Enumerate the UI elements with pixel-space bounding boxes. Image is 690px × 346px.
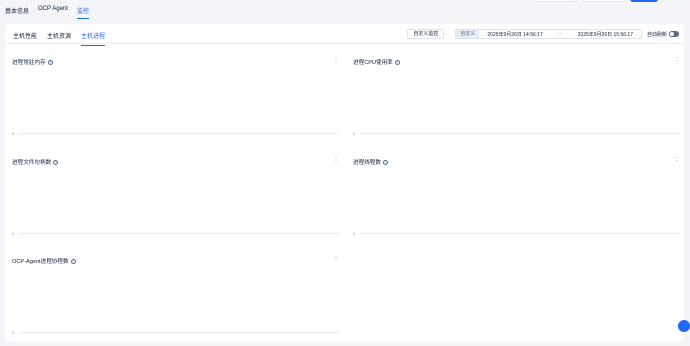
question-circle-icon[interactable]: ? bbox=[47, 59, 53, 65]
end-time[interactable]: 2025年9月26日 15:56:17 bbox=[570, 31, 641, 38]
panel-title: 进程文件句柄数 bbox=[12, 160, 52, 166]
question-circle-icon[interactable]: ? bbox=[53, 159, 59, 165]
drag-handle-icon[interactable]: ⁚⁚ bbox=[335, 257, 338, 262]
tab-monitor[interactable]: 监控 bbox=[76, 6, 89, 19]
top-primary-button[interactable] bbox=[630, 0, 658, 2]
drag-handle-icon[interactable]: ⁚⁚ bbox=[335, 158, 338, 163]
panel-title: OCP-Agent进程协程数 bbox=[12, 259, 69, 265]
tab-basic-info[interactable]: 基本信息 bbox=[5, 6, 29, 19]
drag-handle-icon[interactable]: ⁚⁚ bbox=[676, 158, 679, 163]
auto-refresh-toggle[interactable] bbox=[669, 31, 679, 37]
auto-refresh: 自动刷新 bbox=[647, 31, 679, 38]
question-circle-icon[interactable]: ? bbox=[382, 159, 388, 165]
monitor-card: 主机性能 主机资源 主机进程 自定义监控 自定义 2025年9月26日 14:5… bbox=[5, 24, 690, 342]
floating-action-icon[interactable] bbox=[678, 320, 690, 332]
tab-ocp-agent[interactable]: OCP Agent bbox=[38, 6, 68, 19]
y-axis-zero: 0 bbox=[12, 330, 15, 335]
chart-baseline bbox=[19, 133, 339, 134]
question-circle-icon[interactable]: ? bbox=[70, 258, 76, 264]
y-axis-zero: 0 bbox=[12, 231, 15, 236]
drag-handle-icon[interactable]: ⁚⁚ bbox=[676, 58, 679, 63]
main-tabs: 基本信息 OCP Agent 监控 bbox=[5, 6, 89, 19]
panel-title: 进程CPU使用率 bbox=[353, 60, 393, 66]
y-axis-zero: 0 bbox=[353, 231, 356, 236]
top-action-button[interactable] bbox=[582, 0, 626, 2]
chart-baseline bbox=[360, 233, 680, 234]
toolbar: 自定义监控 自定义 2025年9月26日 14:56:17 ~ 2025年9月2… bbox=[407, 29, 679, 39]
time-range-picker[interactable]: 自定义 2025年9月26日 14:56:17 ~ 2025年9月26日 15:… bbox=[455, 29, 642, 39]
auto-refresh-label: 自动刷新 bbox=[646, 31, 667, 38]
panel-title: 进程常驻内存 bbox=[12, 60, 46, 66]
panel-title: 进程线程数 bbox=[353, 160, 381, 166]
drag-handle-icon[interactable]: ⁚⁚ bbox=[335, 58, 338, 63]
range-separator: ~ bbox=[558, 31, 562, 37]
chart-baseline bbox=[19, 332, 339, 333]
panel-process-file-handles: 进程文件句柄数? ⁚⁚ 0 bbox=[9, 151, 339, 251]
y-axis-zero: 0 bbox=[353, 131, 356, 136]
chart-baseline bbox=[19, 233, 339, 234]
start-time[interactable]: 2025年9月26日 14:56:17 bbox=[479, 31, 550, 38]
tabs-divider bbox=[5, 43, 684, 44]
panel-process-resident-memory: 进程常驻内存? ⁚⁚ 0 bbox=[9, 51, 339, 151]
panel-process-cpu-usage: 进程CPU使用率? ⁚⁚ 0 bbox=[350, 51, 680, 151]
chart-baseline bbox=[360, 133, 680, 134]
top-action-button[interactable] bbox=[532, 0, 576, 2]
range-preset-tag[interactable]: 自定义 bbox=[456, 30, 480, 38]
question-circle-icon[interactable]: ? bbox=[394, 59, 400, 65]
panel-process-threads: 进程线程数? ⁚⁚ 0 bbox=[350, 151, 680, 251]
custom-monitor-button[interactable]: 自定义监控 bbox=[407, 29, 445, 39]
panel-ocp-agent-goroutines: OCP-Agent进程协程数? ⁚⁚ 0 bbox=[9, 250, 339, 346]
y-axis-zero: 0 bbox=[12, 131, 15, 136]
